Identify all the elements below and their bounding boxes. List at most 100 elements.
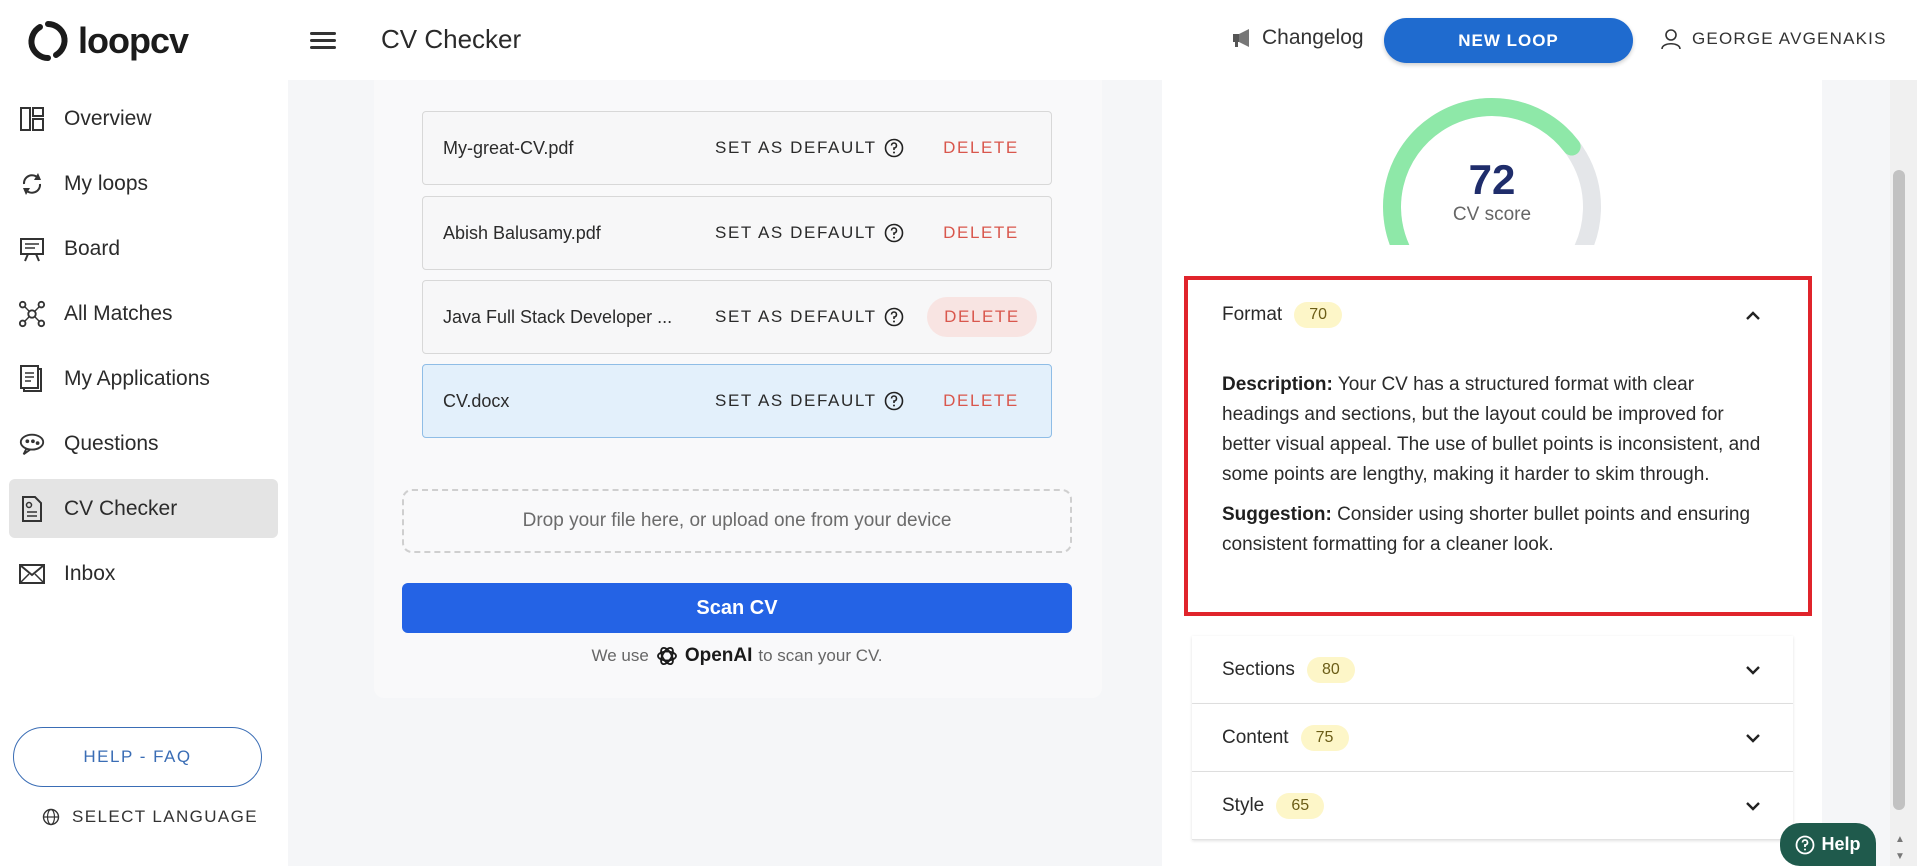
chevron-up-icon[interactable] [1743,306,1763,326]
score-badge: 65 [1276,793,1325,819]
section-title: Style [1222,795,1265,816]
scroll-up-arrow-icon[interactable]: ▲ [1890,833,1910,847]
matches-icon [18,300,46,328]
file-dropzone[interactable]: Drop your file here, or upload one from … [402,489,1072,553]
openai-brand: OpenAI [684,645,753,666]
section-title: Format [1222,304,1283,325]
chevron-down-icon[interactable] [1743,796,1763,816]
user-name: GEORGE AVGENAKIS [1692,29,1887,48]
description-label: Description: [1222,374,1333,395]
sidebar-item-inbox[interactable]: Inbox [9,544,278,603]
file-row[interactable]: Abish Balusamy.pdf SET AS DEFAULT DELETE [422,196,1052,270]
applications-icon [18,364,46,393]
sidebar-item-label: Board [64,236,121,260]
sidebar-item-overview[interactable]: Overview [9,89,278,148]
sidebar-item-label: CV Checker [64,496,178,520]
board-icon [18,235,46,263]
questions-icon [18,430,46,458]
accordion-header[interactable]: Style 65 [1222,772,1325,840]
select-language[interactable]: SELECT LANGUAGE [42,807,258,827]
menu-toggle-icon[interactable] [310,28,336,52]
file-name: CV.docx [443,390,510,411]
new-loop-button[interactable]: NEW LOOP [1384,18,1633,63]
section-title: Sections [1222,659,1295,680]
set-default-label: SET AS DEFAULT [715,138,877,157]
logo[interactable]: loopcv [26,18,189,64]
set-default-button[interactable]: SET AS DEFAULT [715,138,904,158]
accordion-format: Format 70 Description: Your CV has a str… [1192,282,1793,612]
score-badge: 80 [1306,657,1355,683]
sidebar-item-my-loops[interactable]: My loops [9,154,278,213]
help-circle-icon[interactable] [884,223,904,243]
file-row[interactable]: My-great-CV.pdf SET AS DEFAULT DELETE [422,111,1052,185]
help-circle-icon [1796,835,1815,854]
sidebar-item-label: My loops [64,171,149,195]
top-bar: loopcv CV Checker Changelog NEW LOOP GEO… [0,0,1917,80]
sidebar-item-label: Inbox [64,561,116,585]
openai-note-suffix: to scan your CV. [758,646,883,665]
set-default-button[interactable]: SET AS DEFAULT [715,223,904,243]
user-menu[interactable]: GEORGE AVGENAKIS [1660,28,1887,50]
accordion-body: Description: Your CV has a structured fo… [1222,370,1762,570]
chevron-down-icon[interactable] [1743,728,1763,748]
changelog-label: Changelog [1262,26,1364,49]
cv-score-label: CV score [1452,204,1532,225]
set-default-label: SET AS DEFAULT [715,391,877,410]
page-title: CV Checker [381,24,522,54]
changelog-link[interactable]: Changelog [1232,26,1364,50]
cv-score-value: 72 [1468,156,1516,203]
file-name: Java Full Stack Developer ... [443,306,673,327]
sidebar-item-all-matches[interactable]: All Matches [9,284,278,343]
sidebar-item-label: Questions [64,431,159,455]
description-paragraph: Description: Your CV has a structured fo… [1222,370,1762,490]
inbox-icon [18,560,46,588]
scrollbar-thumb[interactable] [1893,170,1905,810]
select-language-label: SELECT LANGUAGE [72,807,259,826]
delete-button[interactable]: DELETE [926,381,1036,421]
set-default-label: SET AS DEFAULT [715,307,877,326]
set-default-button[interactable]: SET AS DEFAULT [715,391,904,411]
loop-logo-icon [28,21,68,61]
scan-cv-button[interactable]: Scan CV [402,583,1072,633]
file-name: My-great-CV.pdf [443,137,574,158]
score-badge: 75 [1300,725,1349,751]
sidebar-item-questions[interactable]: Questions [9,414,278,473]
accordion-header[interactable]: Sections 80 [1222,636,1355,704]
sidebar-item-label: My Applications [64,366,210,390]
help-faq-button[interactable]: HELP - FAQ [13,727,262,787]
set-default-label: SET AS DEFAULT [715,223,877,242]
accordion-sections[interactable]: Sections 80 [1192,636,1793,704]
megaphone-icon [1233,29,1249,47]
accordion-header[interactable]: Content 75 [1222,704,1349,772]
sidebar-item-my-applications[interactable]: My Applications [9,349,278,408]
help-circle-icon[interactable] [884,138,904,158]
sidebar-item-cv-checker[interactable]: CV Checker [9,479,278,538]
set-default-button[interactable]: SET AS DEFAULT [715,307,904,327]
accordion-header[interactable]: Format 70 [1222,282,1343,348]
openai-note-prefix: We use [591,646,649,665]
sidebar: Overview My loops Board All Matches My A… [0,80,288,866]
help-circle-icon[interactable] [884,391,904,411]
help-widget-button[interactable]: Help [1780,823,1876,866]
delete-button[interactable]: DELETE [927,297,1037,337]
accordion-style[interactable]: Style 65 [1192,772,1793,840]
suggestion-paragraph: Suggestion: Consider using shorter bulle… [1222,500,1762,560]
file-row[interactable]: Java Full Stack Developer ... SET AS DEF… [422,280,1052,354]
scroll-down-arrow-icon[interactable]: ▼ [1890,850,1910,864]
help-circle-icon[interactable] [884,307,904,327]
delete-button[interactable]: DELETE [926,128,1036,168]
delete-button[interactable]: DELETE [926,213,1036,253]
openai-logo-icon [656,646,677,666]
file-name: Abish Balusamy.pdf [443,222,601,243]
cv-checker-icon [18,495,46,523]
accordion-content[interactable]: Content 75 [1192,704,1793,772]
logo-wordmark: loopcv [78,20,189,61]
sidebar-item-label: All Matches [64,301,173,325]
score-badge: 70 [1294,302,1343,328]
chevron-down-icon[interactable] [1743,660,1763,680]
dashboard-icon [18,105,46,133]
suggestion-label: Suggestion: [1222,504,1332,525]
globe-icon [42,808,60,826]
file-row[interactable]: CV.docx SET AS DEFAULT DELETE [422,364,1052,438]
sidebar-item-board[interactable]: Board [9,219,278,278]
